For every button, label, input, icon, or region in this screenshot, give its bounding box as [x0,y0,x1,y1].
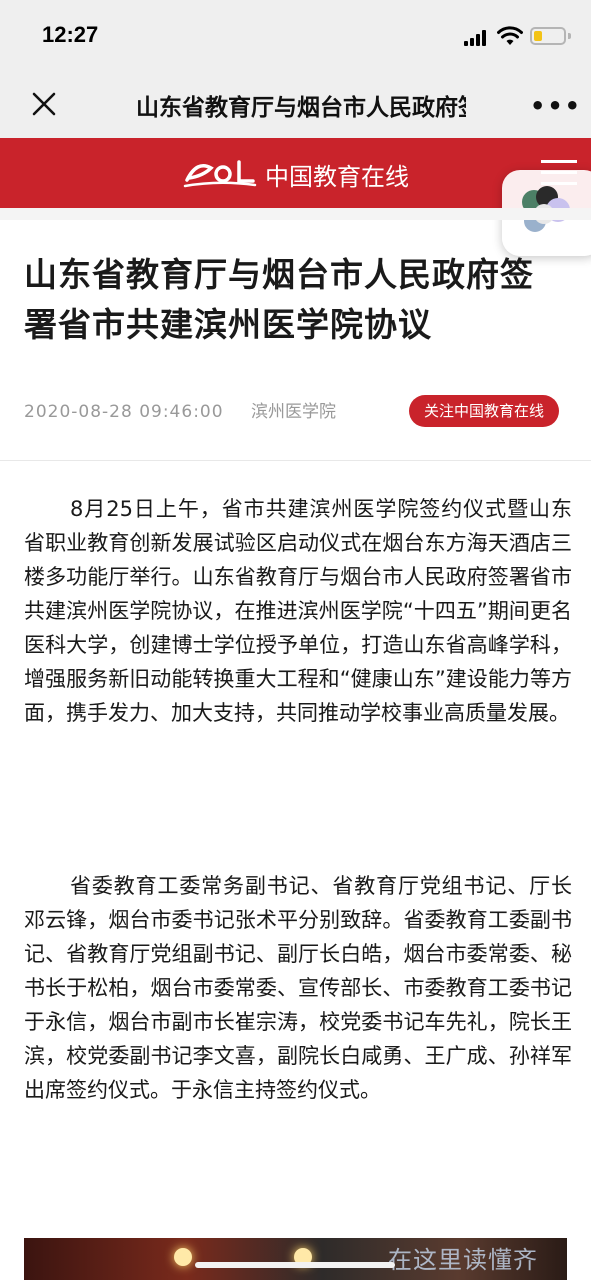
watermark: 在这里读懂齐 [388,1246,538,1274]
article-paragraph-1: 8月25日上午，省市共建滨州医学院签约仪式暨山东省职业教育创新发展试验区启动仪式… [24,497,572,725]
eol-logo-icon[interactable] [183,156,257,190]
nav-bar: 山东省教育厅与烟台市人民政府签署省市共建滨州医学院协议 ••• [0,70,591,138]
article-source[interactable]: 滨州医学院 [251,402,336,422]
status-time: 12:27 [42,22,99,47]
home-indicator [195,1262,395,1268]
section-divider [0,208,591,220]
article-paragraph-2: 省委教育工委常务副书记、省教育厅党组书记、厅长邓云锋，烟台市委书记张术平分别致辞… [24,874,572,1102]
follow-button[interactable]: 关注中国教育在线 [409,395,559,427]
status-bar: 12:27 [0,0,591,70]
article-date: 2020-08-28 09:46:00 [24,402,224,422]
cellular-signal-icon [464,30,490,46]
nav-title: 山东省教育厅与烟台市人民政府签署省市共建滨州医学院协议 [136,95,466,121]
article-meta: 2020-08-28 09:46:00 滨州医学院 [24,397,336,422]
brand-name[interactable]: 中国教育在线 [265,157,409,192]
header-divider [0,460,591,461]
article-title: 山东省教育厅与烟台市人民政府签署省市共建滨州医学院协议 [24,255,534,344]
battery-icon [530,27,566,45]
battery-tip [568,33,571,39]
more-options-icon[interactable]: ••• [530,92,580,120]
close-icon[interactable] [28,88,60,120]
wifi-icon [497,26,523,45]
